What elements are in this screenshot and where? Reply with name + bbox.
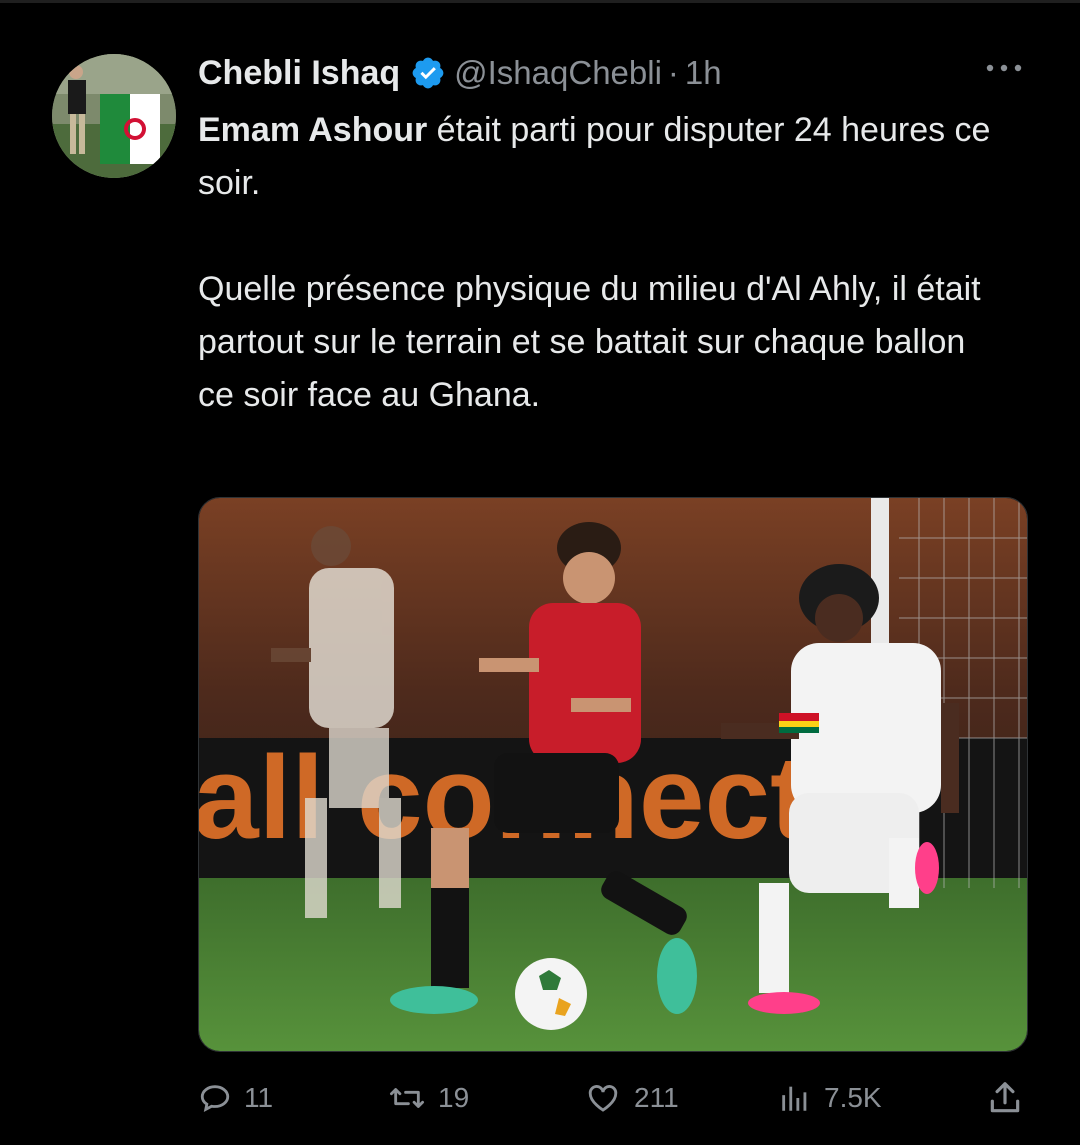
top-divider [0,0,1080,3]
share-icon [986,1079,1024,1117]
header-separator: · [667,54,679,91]
views-button[interactable]: 7.5K [778,1070,882,1126]
tweet-header: Chebli Ishaq @IshaqChebli · 1h [198,48,722,98]
avatar-photo [52,54,176,178]
views-count: 7.5K [824,1082,882,1113]
mentioned-name: Emam Ashour [198,111,428,149]
like-count: 211 [634,1082,679,1113]
repost-icon [388,1081,426,1115]
post-time[interactable]: 1h [685,54,722,92]
author-display-name[interactable]: Chebli Ishaq [198,54,400,93]
reply-button[interactable]: 11 [198,1070,273,1126]
repost-button[interactable]: 19 [388,1070,469,1126]
tweet-actions: 11 19 211 7.5K [198,1070,1028,1126]
tweet-paragraph-1: Emam Ashour était parti pour disputer 24… [198,104,998,210]
football-match-photo: all connecte [199,498,1027,1051]
more-horizontal-icon[interactable] [984,58,1024,78]
reply-icon [198,1081,232,1115]
tweet-photo[interactable]: all connecte [198,497,1028,1052]
verified-badge-icon [410,55,446,91]
views-chart-icon [778,1081,812,1115]
avatar[interactable] [52,54,176,178]
like-button[interactable]: 211 [584,1070,679,1126]
reply-count: 11 [244,1082,274,1113]
repost-count: 19 [438,1082,470,1113]
heart-icon [584,1081,622,1115]
tweet-text: Emam Ashour était parti pour disputer 24… [198,104,998,422]
tweet-paragraph-2: Quelle présence physique du milieu d'Al … [198,270,981,414]
share-button[interactable] [986,1070,1024,1126]
author-handle[interactable]: @IshaqChebli [454,54,662,92]
